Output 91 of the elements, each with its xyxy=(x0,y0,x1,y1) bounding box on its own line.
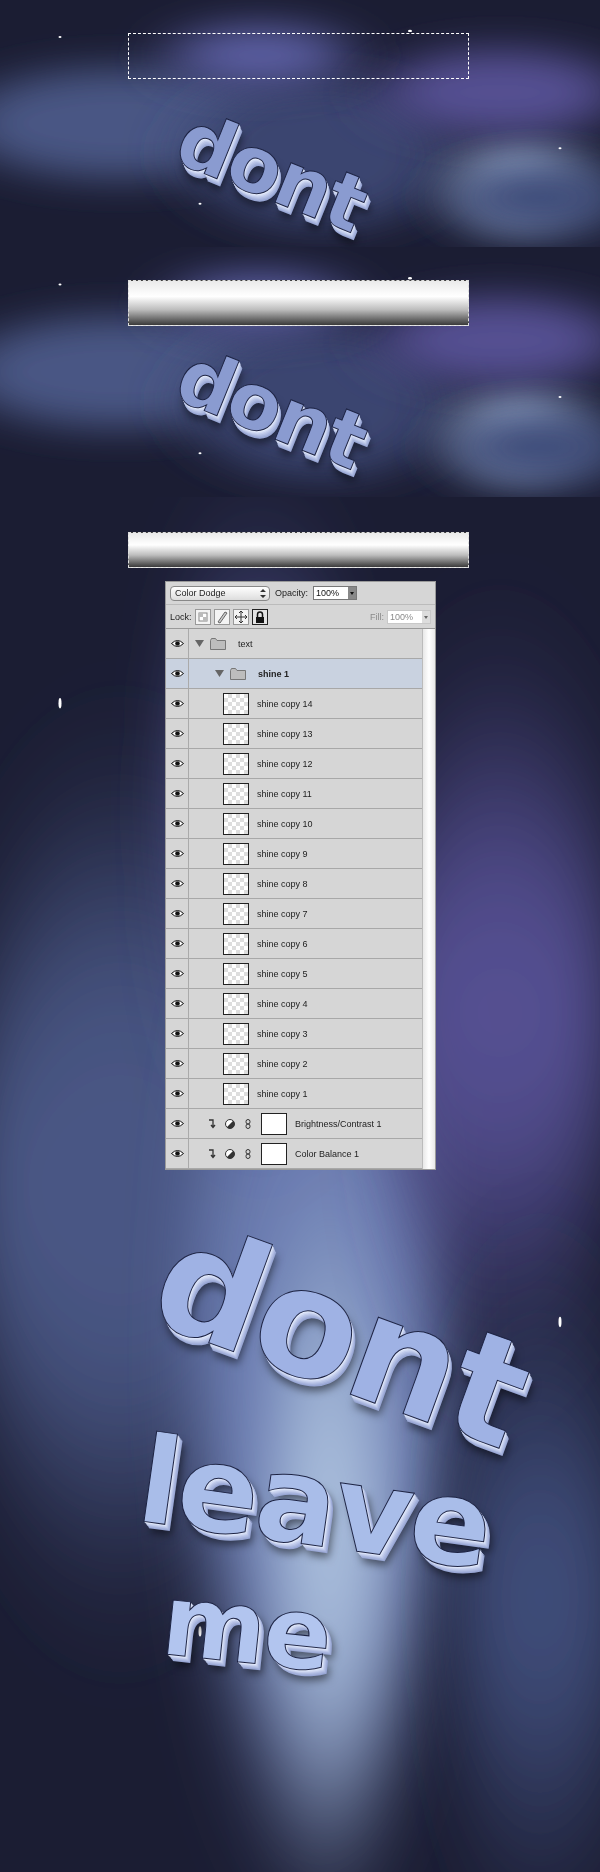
blend-mode-select[interactable]: Color Dodge xyxy=(170,585,270,601)
lock-icon[interactable] xyxy=(232,608,249,625)
adjustment-icon xyxy=(225,1118,235,1129)
eye-icon[interactable] xyxy=(170,699,184,708)
layer-name: shine 1 xyxy=(258,668,289,679)
layer-thumbnail xyxy=(223,902,249,925)
layer-row[interactable]: shine copy 1 xyxy=(166,1079,422,1109)
layer-row[interactable]: shine copy 3 xyxy=(166,1019,422,1049)
chain-icon[interactable] xyxy=(243,1118,253,1129)
scrollbar[interactable] xyxy=(422,629,435,1169)
eye-icon[interactable] xyxy=(170,909,184,918)
collapse-icon[interactable] xyxy=(215,669,224,678)
layer-thumbnail xyxy=(223,962,249,985)
eye-icon[interactable] xyxy=(170,789,184,798)
eye-icon[interactable] xyxy=(170,639,184,648)
dropdown-icon[interactable] xyxy=(348,587,356,599)
folder-icon xyxy=(210,637,226,650)
3d-text: dont xyxy=(166,99,377,245)
layer-name: shine copy 8 xyxy=(257,878,308,889)
layer-name: shine copy 10 xyxy=(257,818,313,829)
layer-row[interactable]: shine copy 11 xyxy=(166,779,422,809)
eye-icon[interactable] xyxy=(170,819,184,828)
opacity-label: Opacity: xyxy=(275,588,308,598)
eye-icon[interactable] xyxy=(170,879,184,888)
layer-row[interactable]: Brightness/Contrast 1 xyxy=(166,1109,422,1139)
layer-thumbnail xyxy=(223,1082,249,1105)
layer-row[interactable]: shine copy 4 xyxy=(166,989,422,1019)
3d-text: me xyxy=(157,1570,336,1687)
folder-icon xyxy=(230,667,246,680)
opacity-field[interactable]: 100% xyxy=(313,586,357,600)
layer-row[interactable]: shine copy 8 xyxy=(166,869,422,899)
eye-icon[interactable] xyxy=(170,759,184,768)
layer-name: shine copy 5 xyxy=(257,968,308,979)
eye-icon[interactable] xyxy=(170,1029,184,1038)
layer-name: shine copy 9 xyxy=(257,848,308,859)
layer-name: shine copy 1 xyxy=(257,1088,308,1099)
layer-row[interactable]: shine copy 13 xyxy=(166,719,422,749)
eye-icon[interactable] xyxy=(170,1119,184,1128)
eye-icon[interactable] xyxy=(170,729,184,738)
lock-label: Lock: xyxy=(170,611,192,622)
layer-row[interactable]: shine copy 5 xyxy=(166,959,422,989)
mask-thumbnail xyxy=(261,1142,287,1165)
layer-name: shine copy 12 xyxy=(257,758,313,769)
layer-row[interactable]: shine copy 14 xyxy=(166,689,422,719)
layer-thumbnail xyxy=(223,1052,249,1075)
layer-thumbnail xyxy=(223,842,249,865)
layer-name: shine copy 6 xyxy=(257,938,308,949)
eye-icon[interactable] xyxy=(170,939,184,948)
chain-icon[interactable] xyxy=(243,1148,253,1159)
layer-thumbnail xyxy=(223,992,249,1015)
layer-name: shine copy 13 xyxy=(257,728,313,739)
layer-row[interactable]: shine 1 xyxy=(166,659,422,689)
lock-icon[interactable] xyxy=(251,608,268,625)
layer-row[interactable]: shine copy 9 xyxy=(166,839,422,869)
layer-row[interactable]: shine copy 6 xyxy=(166,929,422,959)
eye-icon[interactable] xyxy=(170,669,184,678)
layer-row[interactable]: Color Balance 1 xyxy=(166,1139,422,1169)
layer-thumbnail xyxy=(223,782,249,805)
layer-name: shine copy 14 xyxy=(257,698,313,709)
layer-thumbnail xyxy=(223,752,249,775)
layer-name: text xyxy=(238,638,253,649)
collapse-icon[interactable] xyxy=(195,639,204,648)
layer-name: shine copy 2 xyxy=(257,1058,308,1069)
mask-thumbnail xyxy=(261,1112,287,1135)
layer-row[interactable]: text xyxy=(166,629,422,659)
layer-name: shine copy 7 xyxy=(257,908,308,919)
layer-name: shine copy 3 xyxy=(257,1028,308,1039)
clip-arrow-icon xyxy=(207,1118,217,1129)
eye-icon[interactable] xyxy=(170,999,184,1008)
layer-name: Color Balance 1 xyxy=(295,1148,360,1159)
layer-row[interactable]: shine copy 2 xyxy=(166,1049,422,1079)
eye-icon[interactable] xyxy=(170,849,184,858)
eye-icon[interactable] xyxy=(170,1089,184,1098)
layer-thumbnail xyxy=(223,722,249,745)
layer-name: Brightness/Contrast 1 xyxy=(295,1118,382,1129)
clip-arrow-icon xyxy=(207,1148,217,1159)
eye-icon[interactable] xyxy=(170,1149,184,1158)
layer-name: shine copy 11 xyxy=(257,788,312,799)
adjustment-icon xyxy=(225,1148,235,1159)
layer-thumbnail xyxy=(223,1022,249,1045)
layer-thumbnail xyxy=(223,692,249,715)
layer-thumbnail xyxy=(223,932,249,955)
layer-thumbnail xyxy=(223,812,249,835)
layer-row[interactable]: shine copy 12 xyxy=(166,749,422,779)
eye-icon[interactable] xyxy=(170,969,184,978)
fill-label: Fill: xyxy=(370,611,384,622)
layer-thumbnail xyxy=(223,872,249,895)
layer-row[interactable]: shine copy 7 xyxy=(166,899,422,929)
layer-row[interactable]: shine copy 10 xyxy=(166,809,422,839)
eye-icon[interactable] xyxy=(170,1059,184,1068)
layer-name: shine copy 4 xyxy=(257,998,308,1009)
